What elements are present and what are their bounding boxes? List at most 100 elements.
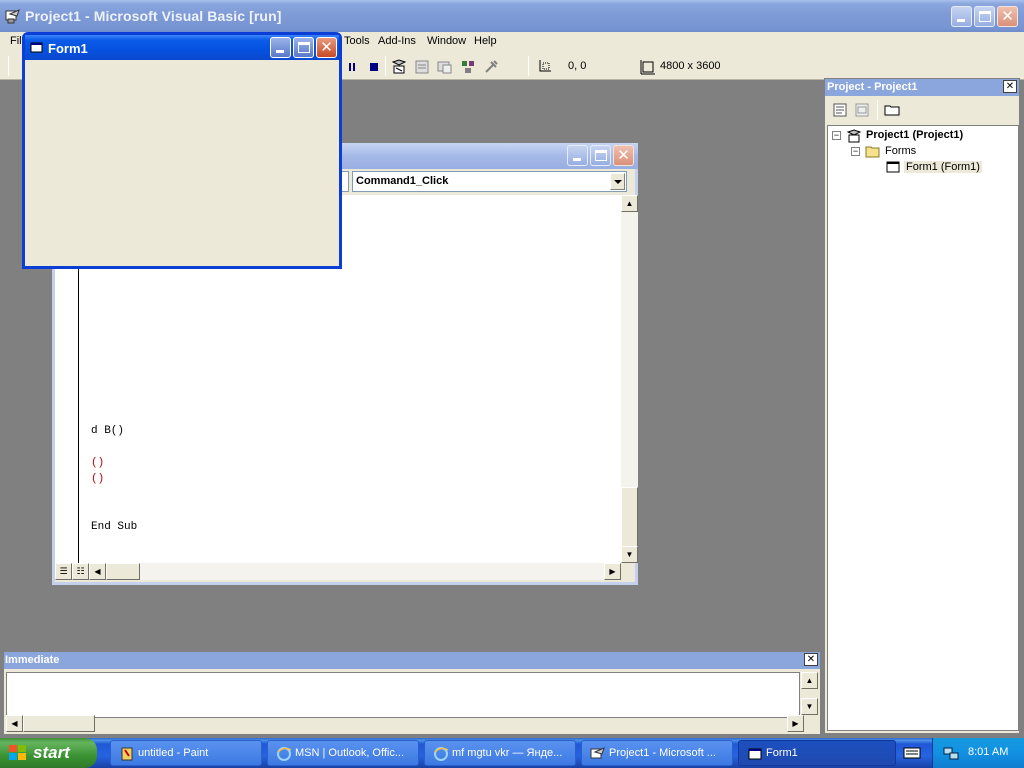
size-readout: 4800 x 3600 — [660, 60, 721, 72]
code-vertical-scrollbar[interactable]: ▲ ▼ — [621, 195, 638, 563]
project-explorer: Project - Project1 ✕ − Project1 (Project… — [824, 78, 1020, 734]
form1-close-button[interactable]: ✕ — [316, 37, 337, 58]
scroll-right-icon[interactable]: ▶ — [604, 563, 621, 580]
project-explorer-header[interactable]: Project - Project1 ✕ — [825, 79, 1019, 96]
windows-logo-icon — [9, 745, 26, 760]
form1-titlebar[interactable]: Form1 ✕ — [25, 35, 339, 60]
paint-icon — [121, 747, 133, 761]
view-object-icon[interactable] — [854, 102, 870, 118]
toolbar-separator — [8, 56, 9, 76]
scroll-up-icon[interactable]: ▲ — [621, 195, 638, 212]
internet-explorer-icon — [434, 747, 449, 761]
immediate-input[interactable] — [6, 672, 800, 718]
immediate-title: Immediate — [5, 654, 60, 666]
toolbox-icon[interactable] — [483, 59, 499, 75]
properties-window-icon[interactable] — [414, 59, 430, 75]
close-icon: ✕ — [617, 146, 630, 164]
procedure-dropdown-value: Command1_Click — [356, 175, 449, 187]
project-explorer-toolbar — [825, 98, 1019, 122]
minimize-icon — [573, 158, 581, 161]
form-icon — [30, 42, 43, 53]
code-horizontal-scrollbar[interactable]: ☰ ☷ ◀ ▶ — [55, 563, 621, 580]
close-icon: ✕ — [320, 38, 333, 56]
object-browser-icon[interactable] — [460, 59, 476, 75]
task-label: untitled - Paint — [138, 747, 209, 759]
scroll-down-icon[interactable]: ▼ — [621, 546, 638, 563]
code-line: () — [91, 457, 105, 469]
toggle-folders-icon[interactable] — [884, 102, 900, 118]
task-visual-basic[interactable]: Project1 - Microsoft ... — [581, 740, 733, 766]
task-form1[interactable]: Form1 — [738, 740, 896, 766]
view-code-icon[interactable] — [832, 102, 848, 118]
immediate-header[interactable]: Immediate ✕ — [4, 652, 820, 669]
close-button[interactable]: ✕ — [997, 6, 1018, 27]
folder-icon — [865, 146, 880, 158]
maximize-icon — [979, 11, 991, 22]
task-paint[interactable]: untitled - Paint — [110, 740, 262, 766]
tree-node-project[interactable]: Project1 (Project1) — [866, 129, 963, 141]
close-icon: ✕ — [1001, 7, 1014, 25]
task-ie-yandex[interactable]: mf mgtu vkr — Янде... — [424, 740, 576, 766]
form1-maximize-button[interactable] — [293, 37, 314, 58]
end-icon[interactable] — [366, 59, 382, 75]
break-icon[interactable] — [344, 59, 360, 75]
collapse-icon[interactable]: − — [851, 147, 860, 156]
task-label: MSN | Outlook, Offic... — [295, 747, 405, 759]
menu-add-ins[interactable]: Add-Ins — [378, 35, 416, 47]
form1-minimize-button[interactable] — [270, 37, 291, 58]
chevron-down-icon[interactable] — [610, 173, 625, 190]
scroll-up-icon[interactable]: ▲ — [801, 672, 818, 689]
tree-node-form1[interactable]: Form1 (Form1) — [904, 161, 982, 173]
scroll-left-icon[interactable]: ◀ — [89, 563, 106, 580]
main-titlebar[interactable]: Project1 - Microsoft Visual Basic [run] … — [0, 0, 1024, 32]
keyboard-layout-icon[interactable] — [903, 746, 921, 760]
scroll-left-icon[interactable]: ◀ — [6, 715, 23, 732]
taskbar: start untitled - Paint MSN | Outlook, Of… — [0, 738, 1024, 768]
scroll-thumb[interactable] — [23, 715, 95, 732]
system-tray: 8:01 AM — [932, 738, 1024, 768]
scroll-down-icon[interactable]: ▼ — [801, 698, 818, 715]
internet-explorer-icon — [277, 747, 292, 761]
code-maximize-button[interactable] — [590, 145, 611, 166]
clock: 8:01 AM — [968, 746, 1009, 758]
minimize-button[interactable] — [951, 6, 972, 27]
procedure-view-icon[interactable]: ☰ — [55, 563, 72, 580]
window-title: Project1 - Microsoft Visual Basic [run] — [25, 8, 282, 24]
form-layout-icon[interactable] — [437, 59, 453, 75]
toolbar-separator — [877, 100, 878, 120]
project-explorer-icon[interactable] — [391, 59, 407, 75]
code-minimize-button[interactable] — [567, 145, 588, 166]
task-label: mf mgtu vkr — Янде... — [452, 747, 563, 759]
code-line: d B() — [91, 425, 125, 437]
menu-window[interactable]: Window — [427, 35, 466, 47]
network-icon[interactable] — [943, 745, 959, 761]
project-tree: − Project1 (Project1) − Forms Form1 (For… — [827, 125, 1019, 731]
maximize-button[interactable] — [974, 6, 995, 27]
task-label: Project1 - Microsoft ... — [609, 747, 716, 759]
visual-basic-icon — [5, 9, 20, 24]
full-module-view-icon[interactable]: ☷ — [72, 563, 89, 580]
tree-node-forms[interactable]: Forms — [885, 145, 916, 157]
menu-help[interactable]: Help — [474, 35, 497, 47]
start-label: start — [33, 743, 70, 762]
code-line: End Sub — [91, 521, 138, 533]
scroll-right-icon[interactable]: ▶ — [787, 715, 804, 732]
close-icon[interactable]: ✕ — [804, 653, 818, 666]
position-readout: 0, 0 — [568, 60, 587, 72]
form1-title: Form1 — [48, 41, 88, 56]
form-icon — [748, 748, 762, 760]
collapse-icon[interactable]: − — [832, 131, 841, 140]
code-close-button[interactable]: ✕ — [613, 145, 634, 166]
project-icon — [846, 129, 862, 143]
task-ie-msn[interactable]: MSN | Outlook, Offic... — [267, 740, 419, 766]
scroll-thumb[interactable] — [106, 563, 140, 580]
menu-tools[interactable]: Tools — [344, 35, 370, 47]
form1-client-area[interactable] — [25, 60, 339, 266]
start-button[interactable]: start — [0, 738, 97, 768]
code-line: () — [91, 473, 105, 485]
procedure-dropdown[interactable]: Command1_Click — [352, 171, 627, 192]
close-icon[interactable]: ✕ — [1003, 80, 1017, 93]
maximize-icon — [595, 150, 607, 161]
form1-window[interactable]: Form1 ✕ — [22, 32, 342, 269]
scroll-thumb[interactable] — [621, 487, 638, 547]
